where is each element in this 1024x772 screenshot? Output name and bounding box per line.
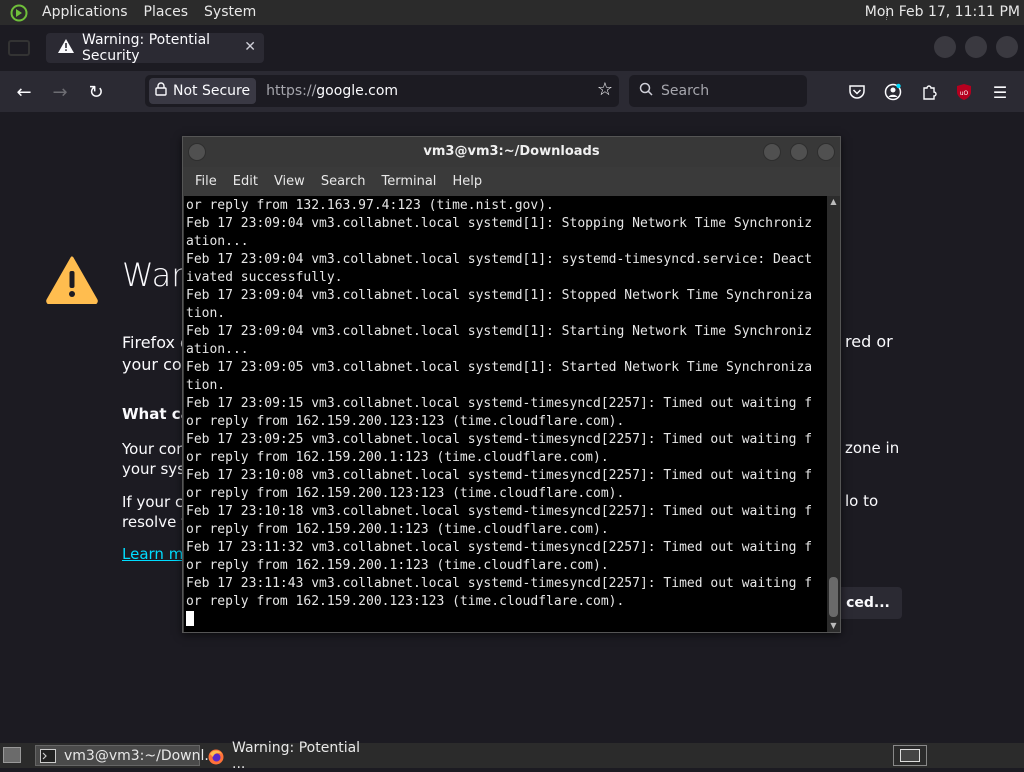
reload-icon[interactable]: ↻ xyxy=(82,78,110,106)
terminal-line: Feb 17 23:11:43 vm3.collabnet.local syst… xyxy=(186,576,813,591)
terminal-line: Feb 17 23:11:32 vm3.collabnet.local syst… xyxy=(186,540,813,555)
terminal-line: ation... xyxy=(186,234,249,249)
minimize-window-button[interactable] xyxy=(934,36,956,58)
terminal-line: Feb 17 23:09:04 vm3.collabnet.local syst… xyxy=(186,216,813,231)
scroll-down-arrow-icon[interactable]: ▼ xyxy=(827,620,840,632)
search-placeholder: Search xyxy=(661,83,710,99)
account-icon[interactable] xyxy=(882,81,904,103)
bottom-taskbar: vm3@vm3:~/Downl... Warning: Potential ..… xyxy=(0,740,1024,772)
menu-help[interactable]: Help xyxy=(444,174,490,189)
url-text[interactable]: https://google.com xyxy=(266,83,398,99)
url-host: google.com xyxy=(316,83,399,99)
bookmark-star-icon[interactable]: ☆ xyxy=(597,79,613,100)
distro-logo-icon[interactable] xyxy=(8,2,30,24)
applications-menu[interactable]: Applications xyxy=(34,0,136,25)
search-icon xyxy=(639,82,653,100)
browser-tab-bar: Warning: Potential Security ✕ xyxy=(0,25,1024,71)
terminal-line: Feb 17 23:10:08 vm3.collabnet.local syst… xyxy=(186,468,813,483)
menu-terminal[interactable]: Terminal xyxy=(373,174,444,189)
places-menu[interactable]: Places xyxy=(136,0,197,25)
close-tab-icon[interactable]: ✕ xyxy=(244,39,256,55)
terminal-icon xyxy=(40,748,56,763)
terminal-menubar: File Edit View Search Terminal Help xyxy=(183,167,840,196)
clock[interactable]: Mon Feb 17, 11:11 PM xyxy=(865,0,1020,25)
warning-paragraph-1-right: red or xyxy=(845,332,893,351)
workspace-window-thumb xyxy=(900,749,920,762)
taskbar-item-label: vm3@vm3:~/Downl... xyxy=(64,747,218,764)
warning-paragraph-2-right: zone in xyxy=(845,439,900,457)
pocket-icon[interactable] xyxy=(846,81,868,103)
terminal-line: Feb 17 23:09:05 vm3.collabnet.local syst… xyxy=(186,360,813,375)
system-menu[interactable]: System xyxy=(196,0,264,25)
not-secure-badge[interactable]: Not Secure xyxy=(149,78,257,104)
page-title: War xyxy=(122,256,185,294)
taskbar-item-firefox[interactable]: Warning: Potential ... xyxy=(204,740,374,772)
terminal-line: or reply from 132.163.97.4:123 (time.nis… xyxy=(186,198,554,213)
warning-triangle-icon xyxy=(46,256,98,308)
maximize-window-button[interactable] xyxy=(965,36,987,58)
minimize-icon[interactable] xyxy=(763,143,781,161)
search-input[interactable]: Search xyxy=(629,75,807,107)
maximize-icon[interactable] xyxy=(790,143,808,161)
terminal-cursor xyxy=(186,611,194,626)
browser-tab[interactable]: Warning: Potential Security ✕ xyxy=(46,32,264,64)
advanced-button-label: ced... xyxy=(846,595,890,611)
ublock-origin-icon[interactable]: uO xyxy=(953,81,975,103)
tab-title: Warning: Potential Security xyxy=(82,32,211,64)
not-secure-label: Not Secure xyxy=(173,83,251,99)
insecure-lock-icon xyxy=(155,82,167,100)
menu-edit[interactable]: Edit xyxy=(225,174,266,189)
menu-file[interactable]: File xyxy=(187,174,225,189)
terminal-scrollbar[interactable]: ▲ ▼ xyxy=(827,196,840,632)
taskbar-item-label: Warning: Potential ... xyxy=(232,739,361,772)
list-all-tabs-icon[interactable] xyxy=(8,40,30,56)
terminal-line: Feb 17 23:09:04 vm3.collabnet.local syst… xyxy=(186,288,813,303)
terminal-window[interactable]: vm3@vm3:~/Downloads File Edit View Searc… xyxy=(182,136,841,633)
back-arrow-icon[interactable]: ← xyxy=(10,78,38,106)
menu-search[interactable]: Search xyxy=(313,174,374,189)
scrollbar-thumb[interactable] xyxy=(829,577,838,617)
warning-tab-icon xyxy=(58,39,74,57)
extensions-icon[interactable] xyxy=(918,81,940,103)
system-top-panel: Applications Places System Mon Feb 17, 1… xyxy=(0,0,1024,25)
forward-arrow-icon[interactable]: → xyxy=(46,78,74,106)
menu-view[interactable]: View xyxy=(266,174,313,189)
svg-text:uO: uO xyxy=(960,90,969,97)
terminal-line: tion. xyxy=(186,306,226,321)
terminal-line: ation... xyxy=(186,342,249,357)
terminal-line: tion. xyxy=(186,378,226,393)
close-icon[interactable] xyxy=(817,143,835,161)
terminal-line: ivated successfully. xyxy=(186,270,343,285)
terminal-line: or reply from 162.159.200.1:123 (time.cl… xyxy=(186,558,609,573)
url-bar[interactable]: Not Secure https://google.com ☆ xyxy=(145,75,619,107)
window-menu-icon[interactable] xyxy=(188,143,206,161)
terminal-line: Feb 17 23:09:25 vm3.collabnet.local syst… xyxy=(186,432,813,447)
terminal-line: Feb 17 23:10:18 vm3.collabnet.local syst… xyxy=(186,504,813,519)
terminal-line: or reply from 162.159.200.123:123 (time.… xyxy=(186,594,625,609)
workspace-switcher[interactable] xyxy=(893,745,927,766)
terminal-titlebar[interactable]: vm3@vm3:~/Downloads xyxy=(183,137,840,167)
show-desktop-icon[interactable] xyxy=(3,747,21,763)
hamburger-menu-icon[interactable]: ☰ xyxy=(989,81,1011,103)
terminal-title: vm3@vm3:~/Downloads xyxy=(423,144,600,159)
terminal-line: Feb 17 23:09:04 vm3.collabnet.local syst… xyxy=(186,252,813,267)
taskbar-item-terminal[interactable]: vm3@vm3:~/Downl... xyxy=(35,745,218,766)
browser-nav-bar: ← → ↻ Not Secure https://google.com ☆ Se… xyxy=(0,71,1024,112)
terminal-line: Feb 17 23:09:15 vm3.collabnet.local syst… xyxy=(186,396,813,411)
terminal-line: or reply from 162.159.200.1:123 (time.cl… xyxy=(186,450,609,465)
terminal-output[interactable]: or reply from 132.163.97.4:123 (time.nis… xyxy=(184,196,827,632)
terminal-line: Feb 17 23:09:04 vm3.collabnet.local syst… xyxy=(186,324,813,339)
scroll-up-arrow-icon[interactable]: ▲ xyxy=(827,196,840,208)
terminal-line: or reply from 162.159.200.1:123 (time.cl… xyxy=(186,522,609,537)
terminal-line: or reply from 162.159.200.123:123 (time.… xyxy=(186,414,625,429)
warning-paragraph-3-right: lo to xyxy=(845,492,879,510)
terminal-prompt-line xyxy=(186,611,825,629)
firefox-icon xyxy=(208,749,224,764)
url-scheme: https:// xyxy=(266,83,317,99)
close-window-button[interactable] xyxy=(996,36,1018,58)
terminal-line: or reply from 162.159.200.123:123 (time.… xyxy=(186,486,625,501)
